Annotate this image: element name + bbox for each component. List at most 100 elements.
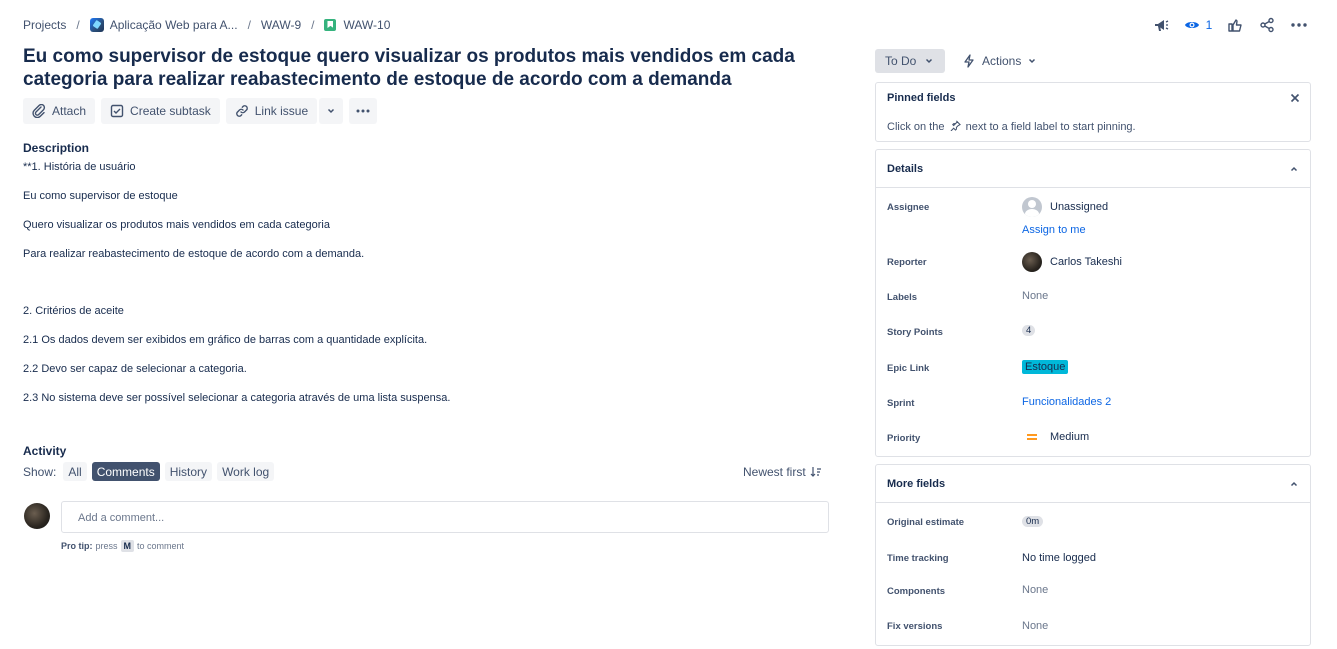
breadcrumb-separator: / xyxy=(311,18,315,32)
labels-label: Labels xyxy=(887,292,918,303)
assign-to-me-link[interactable]: Assign to me xyxy=(1022,224,1086,236)
time-tracking-value[interactable]: No time logged xyxy=(1022,552,1096,564)
assignee-name: Unassigned xyxy=(1050,201,1109,213)
description-line: 2. Critérios de aceite xyxy=(23,305,124,317)
filter-work-log[interactable]: Work log xyxy=(217,462,275,481)
more-fields-header[interactable]: More fields xyxy=(876,465,1310,503)
reporter-value[interactable]: Carlos Takeshi xyxy=(1022,252,1122,272)
more-actions-button[interactable] xyxy=(1283,14,1315,36)
assignee-value[interactable]: Unassigned xyxy=(1022,197,1108,217)
pinned-hint-before: Click on the xyxy=(887,121,945,133)
original-estimate-value[interactable]: 0m xyxy=(1022,516,1044,527)
story-icon xyxy=(324,19,337,31)
chevron-down-icon xyxy=(926,58,933,64)
status-label: To Do xyxy=(885,54,917,68)
reporter-label: Reporter xyxy=(887,257,927,268)
link-issue-group: Link issue xyxy=(225,98,344,124)
breadcrumb-projects[interactable]: Projects xyxy=(23,18,66,32)
reporter-avatar xyxy=(1022,252,1042,272)
like-icon xyxy=(1228,19,1242,32)
chevron-up-icon xyxy=(1290,481,1298,486)
breadcrumb-separator: / xyxy=(76,18,80,32)
filter-history[interactable]: History xyxy=(164,462,213,481)
issue-title[interactable]: Eu como supervisor de estoque quero visu… xyxy=(23,45,843,91)
sort-toggle[interactable]: Newest first xyxy=(743,465,822,479)
description-line: 2.2 Devo ser capaz de selecionar a categ… xyxy=(23,363,247,375)
filter-comments[interactable]: Comments xyxy=(91,462,160,481)
labels-value[interactable]: None xyxy=(1022,290,1048,302)
protip-press: press xyxy=(95,541,118,551)
more-fields-title: More fields xyxy=(887,477,946,490)
description-line: **1. História de usuário xyxy=(23,161,136,173)
chevron-down-icon xyxy=(1029,58,1036,64)
paperclip-icon xyxy=(32,104,46,118)
status-dropdown[interactable]: To Do xyxy=(875,49,945,73)
priority-name: Medium xyxy=(1050,431,1090,443)
share-icon xyxy=(1260,17,1274,33)
link-issue-dropdown[interactable] xyxy=(319,98,344,124)
watch-count: 1 xyxy=(1205,18,1213,32)
current-user-avatar xyxy=(24,503,50,529)
details-header[interactable]: Details xyxy=(876,150,1310,188)
add-comment-input[interactable]: Add a comment... xyxy=(61,501,829,533)
description-line: Eu como supervisor de estoque xyxy=(23,190,178,202)
feedback-button[interactable] xyxy=(1145,14,1177,36)
fix-versions-value[interactable]: None xyxy=(1022,620,1048,632)
attach-button[interactable]: Attach xyxy=(23,98,96,124)
pinned-hint-after: next to a field label to start pinning. xyxy=(965,121,1136,133)
issue-toolbar: Attach Create subtask Link issue xyxy=(23,98,378,124)
priority-value[interactable]: Medium xyxy=(1022,431,1089,443)
breadcrumb-project[interactable]: Aplicação Web para A... xyxy=(110,18,238,32)
link-issue-button[interactable]: Link issue xyxy=(225,98,318,124)
issue-header-actions: 1 xyxy=(1145,14,1315,36)
components-value[interactable]: None xyxy=(1022,584,1048,596)
description-line: 2.1 Os dados devem ser exibidos em gráfi… xyxy=(23,334,428,346)
unassigned-avatar-icon xyxy=(1022,197,1042,217)
description-line: Quero visualizar os produtos mais vendid… xyxy=(23,219,330,231)
components-label: Components xyxy=(887,586,946,597)
sprint-label: Sprint xyxy=(887,398,915,409)
create-subtask-button[interactable]: Create subtask xyxy=(101,98,220,124)
toolbar-more-button[interactable] xyxy=(349,98,378,124)
like-button[interactable] xyxy=(1219,14,1251,36)
feedback-icon xyxy=(1155,20,1169,31)
attach-label: Attach xyxy=(52,104,87,118)
filter-all[interactable]: All xyxy=(63,462,87,481)
pinned-fields-card: Pinned fields Click on the next to a fie… xyxy=(875,82,1311,142)
link-issue-label: Link issue xyxy=(254,104,309,118)
breadcrumb-issue[interactable]: WAW-10 xyxy=(343,18,390,32)
story-points-value[interactable]: 4 xyxy=(1022,325,1036,336)
priority-medium-icon xyxy=(1027,434,1037,440)
epic-link-label: Epic Link xyxy=(887,363,930,374)
share-button[interactable] xyxy=(1251,14,1283,36)
epic-lozenge: Estoque xyxy=(1022,360,1069,374)
story-points-label: Story Points xyxy=(887,327,943,338)
pro-tip: Pro tip: press M to comment xyxy=(61,540,184,552)
close-icon xyxy=(1290,93,1300,103)
more-icon xyxy=(356,109,370,113)
description-line: Para realizar reabastecimento de estoque… xyxy=(23,248,365,260)
pin-icon xyxy=(950,120,961,132)
fix-versions-label: Fix versions xyxy=(887,621,943,632)
eye-icon xyxy=(1184,22,1199,28)
watch-button[interactable]: 1 xyxy=(1177,14,1219,36)
time-tracking-label: Time tracking xyxy=(887,553,949,564)
close-pinned-button[interactable] xyxy=(1290,91,1300,106)
lightning-icon xyxy=(964,54,974,68)
create-subtask-label: Create subtask xyxy=(130,104,211,118)
actions-dropdown[interactable]: Actions xyxy=(962,49,1037,73)
epic-link-value[interactable]: Estoque xyxy=(1022,360,1069,374)
breadcrumb-epic[interactable]: WAW-9 xyxy=(261,18,301,32)
original-estimate-badge: 0m xyxy=(1022,516,1044,527)
breadcrumb-separator: / xyxy=(247,18,251,32)
chevron-up-icon xyxy=(1290,166,1298,171)
sort-label: Newest first xyxy=(743,465,806,479)
protip-label: Pro tip: xyxy=(61,541,93,551)
actions-label: Actions xyxy=(982,54,1022,68)
original-estimate-label: Original estimate xyxy=(887,517,965,528)
sprint-value[interactable]: Funcionalidades 2 xyxy=(1022,396,1111,408)
description-heading: Description xyxy=(23,141,90,155)
priority-label: Priority xyxy=(887,433,921,444)
show-label: Show: xyxy=(23,464,57,479)
project-icon xyxy=(89,18,104,32)
